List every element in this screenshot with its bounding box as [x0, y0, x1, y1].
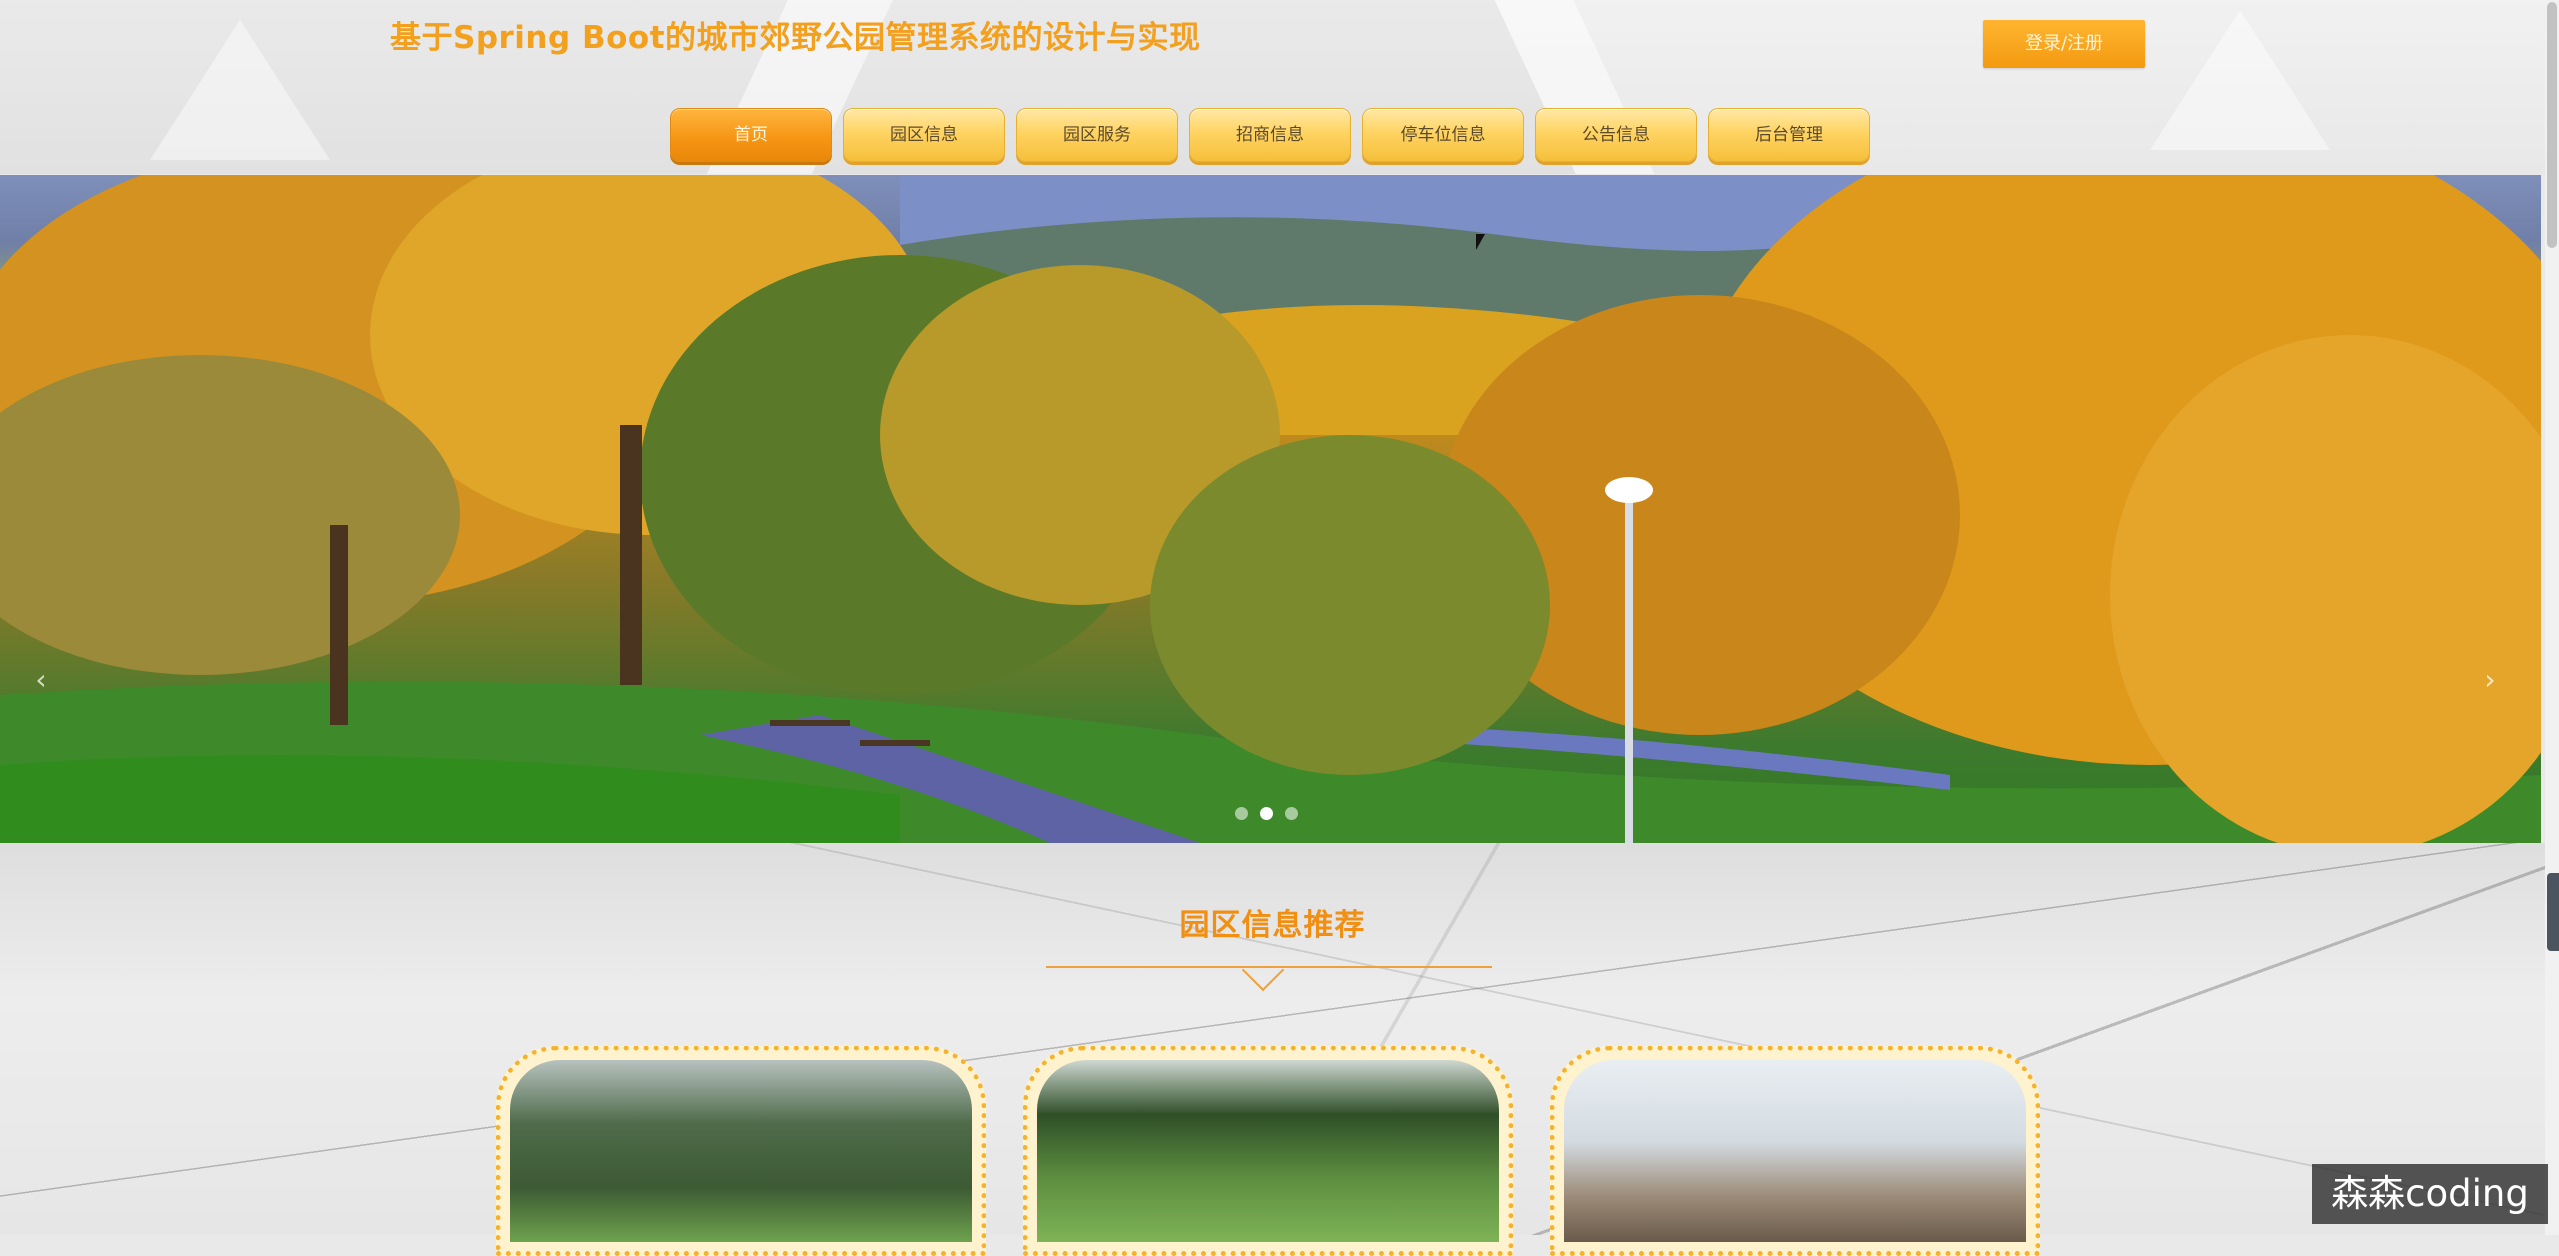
carousel-indicators: [1235, 807, 1298, 820]
mouse-cursor-icon: [1476, 234, 1485, 250]
banner-carousel[interactable]: ‹ ›: [0, 175, 2541, 843]
nav-item-park-service[interactable]: 园区服务: [1016, 108, 1178, 162]
nav-item-home[interactable]: 首页: [670, 108, 832, 162]
park-card[interactable]: [1023, 1046, 1513, 1256]
park-card-image: [510, 1060, 972, 1242]
nav-item-admin[interactable]: 后台管理: [1708, 108, 1870, 162]
header-decoration: [2150, 10, 2330, 150]
park-card-image: [1564, 1060, 2026, 1242]
side-float-tab[interactable]: [2547, 873, 2559, 951]
carousel-dot[interactable]: [1235, 807, 1248, 820]
site-header: 基于Spring Boot的城市郊野公园管理系统的设计与实现 登录/注册 首页 …: [0, 0, 2545, 174]
scrollbar-thumb[interactable]: [2547, 2, 2557, 248]
carousel-dot[interactable]: [1285, 807, 1298, 820]
header-decoration: [150, 20, 330, 160]
park-card[interactable]: [496, 1046, 986, 1256]
park-card[interactable]: [1550, 1046, 2040, 1256]
main-nav: 首页 园区信息 园区服务 招商信息 停车位信息 公告信息 后台管理: [670, 108, 1870, 162]
watermark: 森森coding: [2312, 1164, 2548, 1224]
carousel-next-icon[interactable]: ›: [2475, 665, 2505, 695]
login-register-button[interactable]: 登录/注册: [1983, 20, 2145, 68]
site-title: 基于Spring Boot的城市郊野公园管理系统的设计与实现: [390, 20, 1201, 56]
carousel-prev-icon[interactable]: ‹: [26, 665, 56, 695]
banner-image: [0, 175, 2541, 843]
section-title: 园区信息推荐: [1179, 908, 1366, 943]
carousel-dot-active[interactable]: [1260, 807, 1273, 820]
nav-item-parking[interactable]: 停车位信息: [1362, 108, 1524, 162]
nav-item-park-info[interactable]: 园区信息: [843, 108, 1005, 162]
nav-item-investment[interactable]: 招商信息: [1189, 108, 1351, 162]
nav-item-notice[interactable]: 公告信息: [1535, 108, 1697, 162]
park-card-image: [1037, 1060, 1499, 1242]
